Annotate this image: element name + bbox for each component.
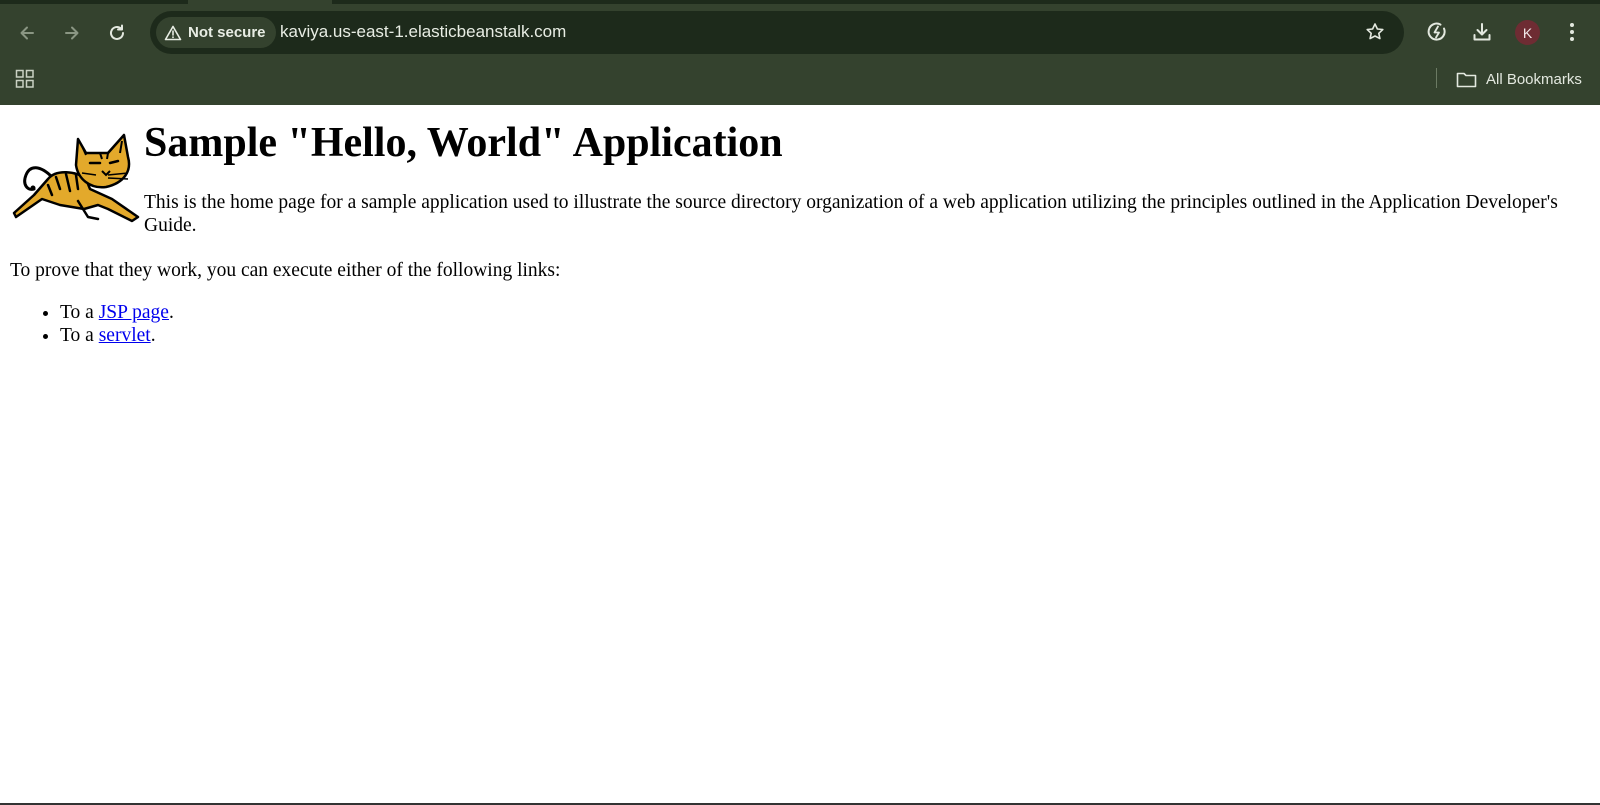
apps-button[interactable] xyxy=(12,66,38,92)
list-item-prefix: To a xyxy=(60,325,99,346)
list-item: To a servlet. xyxy=(60,324,174,347)
browser-menu-button[interactable] xyxy=(1555,15,1589,49)
intro-paragraph: This is the home page for a sample appli… xyxy=(144,192,1558,236)
kebab-menu-icon xyxy=(1570,23,1574,41)
downloads-button[interactable] xyxy=(1465,15,1499,49)
active-tab-edge[interactable] xyxy=(188,0,332,4)
list-item-suffix: . xyxy=(150,325,156,346)
tab-strip xyxy=(0,0,1600,4)
warning-icon xyxy=(164,25,182,40)
links-list: To a JSP page. To a servlet. xyxy=(20,301,174,347)
address-bar[interactable]: Not secure kaviya.us-east-1.elasticbeans… xyxy=(150,11,1404,54)
bookmarks-divider xyxy=(1436,68,1437,88)
performance-icon xyxy=(1427,22,1446,41)
reload-icon xyxy=(110,24,124,40)
download-icon xyxy=(1473,23,1491,41)
jsp-page-link[interactable]: JSP page xyxy=(99,302,169,323)
bookmark-star-button[interactable] xyxy=(1358,15,1392,49)
back-button[interactable] xyxy=(10,16,44,50)
page-title: Sample "Hello, World" Application xyxy=(144,120,783,166)
page-content: Sample "Hello, World" Application This i… xyxy=(0,105,1600,805)
profile-avatar[interactable]: K xyxy=(1515,20,1540,45)
forward-button[interactable] xyxy=(55,16,89,50)
tomcat-logo xyxy=(12,133,140,223)
forward-icon xyxy=(65,26,79,40)
reload-button[interactable] xyxy=(100,16,134,50)
folder-icon xyxy=(1456,72,1477,87)
performance-button[interactable] xyxy=(1420,15,1454,49)
list-item: To a JSP page. xyxy=(60,301,174,324)
security-label: Not secure xyxy=(188,24,266,41)
links-intro-text: To prove that they work, you can execute… xyxy=(10,260,561,281)
apps-grid-icon xyxy=(15,69,34,88)
list-item-suffix: . xyxy=(168,302,174,323)
all-bookmarks-label: All Bookmarks xyxy=(1486,70,1582,88)
browser-toolbar: Not secure kaviya.us-east-1.elasticbeans… xyxy=(0,0,1600,105)
all-bookmarks-button[interactable]: All Bookmarks xyxy=(1456,66,1582,92)
list-item-prefix: To a xyxy=(60,302,99,323)
star-icon xyxy=(1366,23,1384,40)
back-icon xyxy=(20,26,34,40)
security-indicator[interactable]: Not secure xyxy=(156,17,276,48)
servlet-link[interactable]: servlet xyxy=(99,325,151,346)
url-text[interactable]: kaviya.us-east-1.elasticbeanstalk.com xyxy=(280,22,566,42)
